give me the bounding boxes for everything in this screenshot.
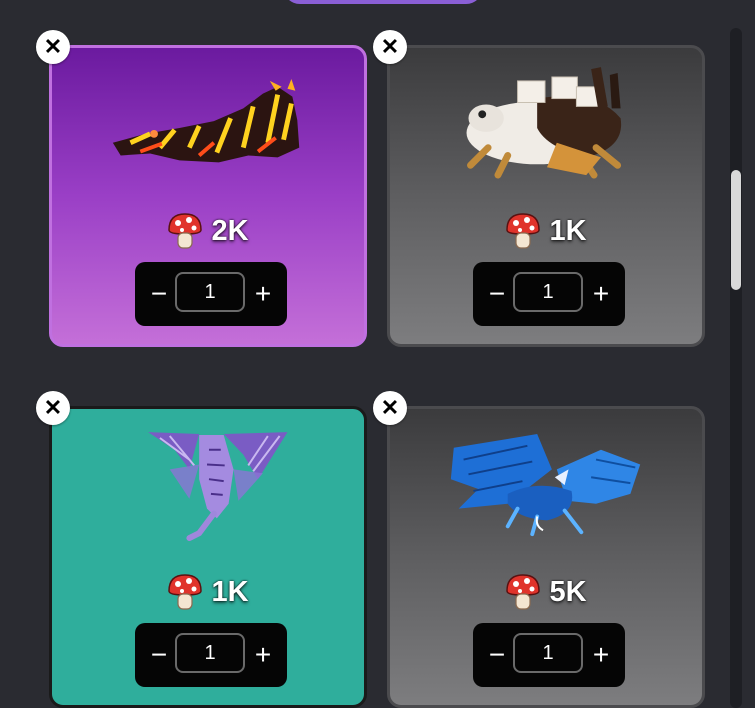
mushroom-icon [168, 574, 203, 610]
pet-card[interactable]: 1K − 1 + [387, 45, 705, 347]
price-row: 1K [390, 211, 702, 251]
mushroom-icon [168, 213, 203, 249]
close-icon[interactable]: ✕ [373, 30, 407, 64]
quantity-stepper[interactable]: − 1 + [135, 262, 287, 326]
quantity-stepper[interactable]: − 1 + [135, 623, 287, 687]
mushroom-icon [506, 213, 541, 249]
scrollbar-thumb[interactable] [731, 170, 741, 290]
scrollbar-track[interactable] [730, 28, 742, 708]
quantity-input[interactable]: 1 [513, 633, 583, 673]
close-icon[interactable]: ✕ [36, 30, 70, 64]
pet-card[interactable]: 2K − 1 + [49, 45, 367, 347]
quantity-input[interactable]: 1 [513, 272, 583, 312]
price-row: 1K [52, 572, 364, 612]
quantity-input[interactable]: 1 [175, 272, 245, 312]
blue-griffin-image [450, 434, 641, 537]
decrease-button[interactable]: − [139, 623, 179, 687]
increase-button[interactable]: + [243, 262, 283, 326]
price-row: 2K [52, 211, 364, 251]
pet-card[interactable]: 5K − 1 + [387, 406, 705, 708]
increase-button[interactable]: + [243, 623, 283, 687]
price-label: 1K [211, 575, 249, 608]
price-row: 5K [390, 572, 702, 612]
fire-dragon-image [112, 78, 300, 163]
close-icon[interactable]: ✕ [373, 391, 407, 425]
quantity-input[interactable]: 1 [175, 633, 245, 673]
decrease-button[interactable]: − [477, 623, 517, 687]
mushroom-icon [506, 574, 541, 610]
quantity-stepper[interactable]: − 1 + [473, 623, 625, 687]
top-tab[interactable] [283, 0, 483, 4]
price-label: 2K [211, 214, 249, 247]
purple-dragon-image [148, 432, 288, 541]
close-icon[interactable]: ✕ [36, 391, 70, 425]
price-label: 5K [549, 575, 587, 608]
decrease-button[interactable]: − [477, 262, 517, 326]
cake-crab-image [466, 67, 622, 179]
quantity-stepper[interactable]: − 1 + [473, 262, 625, 326]
decrease-button[interactable]: − [139, 262, 179, 326]
pet-card[interactable]: 1K − 1 + [49, 406, 367, 708]
increase-button[interactable]: + [581, 623, 621, 687]
increase-button[interactable]: + [581, 262, 621, 326]
price-label: 1K [549, 214, 587, 247]
